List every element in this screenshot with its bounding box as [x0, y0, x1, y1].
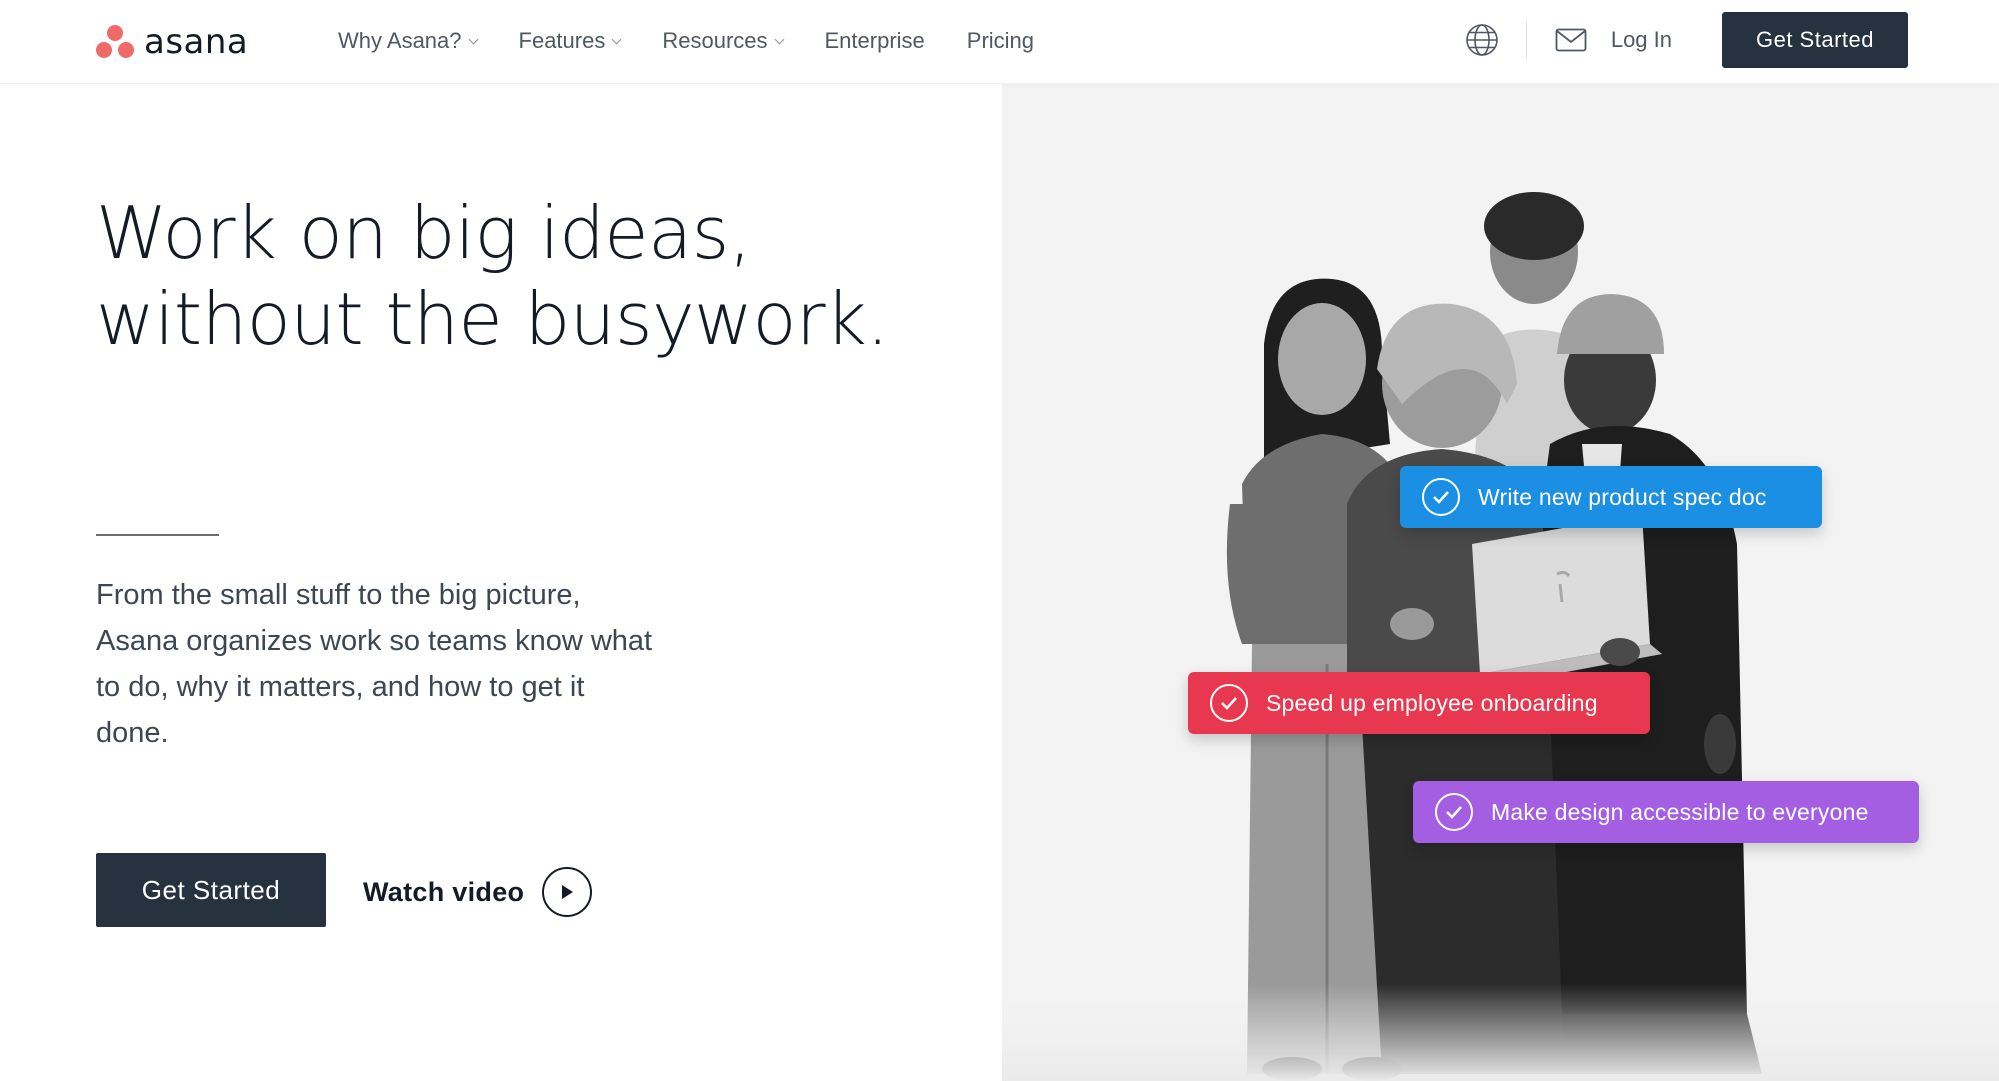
nav-item-resources[interactable]: Resources [662, 28, 784, 54]
hero-divider [96, 534, 219, 536]
team-photo-image [1002, 192, 1999, 1081]
hero-get-started-button[interactable]: Get Started [96, 853, 326, 927]
header-divider [1525, 22, 1527, 58]
mail-icon[interactable] [1551, 20, 1591, 60]
nav-item-label: Features [518, 28, 606, 53]
task-label: Make design accessible to everyone [1491, 798, 1869, 825]
chevron-down-icon [774, 34, 784, 44]
headline-line-1: Work on big ideas, [96, 191, 752, 275]
chevron-down-icon [611, 34, 622, 44]
nav-item-why-asana[interactable]: Why Asana? [338, 28, 478, 54]
chevron-down-icon [468, 34, 478, 44]
check-circle-icon [1210, 684, 1248, 722]
headline-line-2: without the busywork. [96, 277, 889, 361]
task-card-design: Make design accessible to everyone [1413, 781, 1919, 843]
check-circle-icon [1422, 478, 1460, 516]
nav-item-label: Pricing [966, 28, 1035, 53]
asana-logo[interactable]: asana [96, 22, 248, 62]
main-nav: Why Asana? Features Resources Enterprise… [338, 26, 1076, 56]
login-link[interactable]: Log In [1611, 27, 1672, 53]
globe-icon[interactable] [1462, 20, 1502, 60]
task-card-onboarding: Speed up employee onboarding [1188, 672, 1650, 734]
play-icon [542, 867, 593, 917]
task-label: Speed up employee onboarding [1266, 689, 1598, 716]
header-get-started-button[interactable]: Get Started [1722, 12, 1908, 68]
asana-logo-mark-icon [96, 25, 134, 59]
nav-item-label: Why Asana? [338, 28, 462, 53]
nav-item-enterprise[interactable]: Enterprise [825, 28, 925, 54]
hero-image-section: Write new product spec doc Speed up empl… [1002, 84, 1999, 1081]
hero-text-section: Work on big ideas, without the busywork.… [0, 84, 1002, 1081]
watch-video-link[interactable]: Watch video [363, 867, 593, 917]
check-circle-icon [1435, 793, 1473, 831]
task-label: Write new product spec doc [1478, 483, 1767, 510]
nav-item-label: Resources [662, 28, 768, 53]
page: asana Why Asana? Features Resources Ente… [0, 0, 1999, 1081]
top-nav-bar: asana Why Asana? Features Resources Ente… [0, 0, 1999, 84]
nav-item-label: Enterprise [824, 28, 925, 53]
asana-logo-text: asana [144, 22, 249, 62]
nav-item-pricing[interactable]: Pricing [967, 28, 1034, 54]
hero-description: From the small stuff to the big picture,… [96, 579, 653, 749]
hero-headline: Work on big ideas, without the busywork. [96, 190, 889, 362]
task-card-product-spec: Write new product spec doc [1400, 466, 1822, 528]
watch-video-label: Watch video [363, 876, 525, 907]
nav-item-features[interactable]: Features [518, 28, 622, 54]
header-actions: Log In Get Started [1462, 12, 1908, 68]
